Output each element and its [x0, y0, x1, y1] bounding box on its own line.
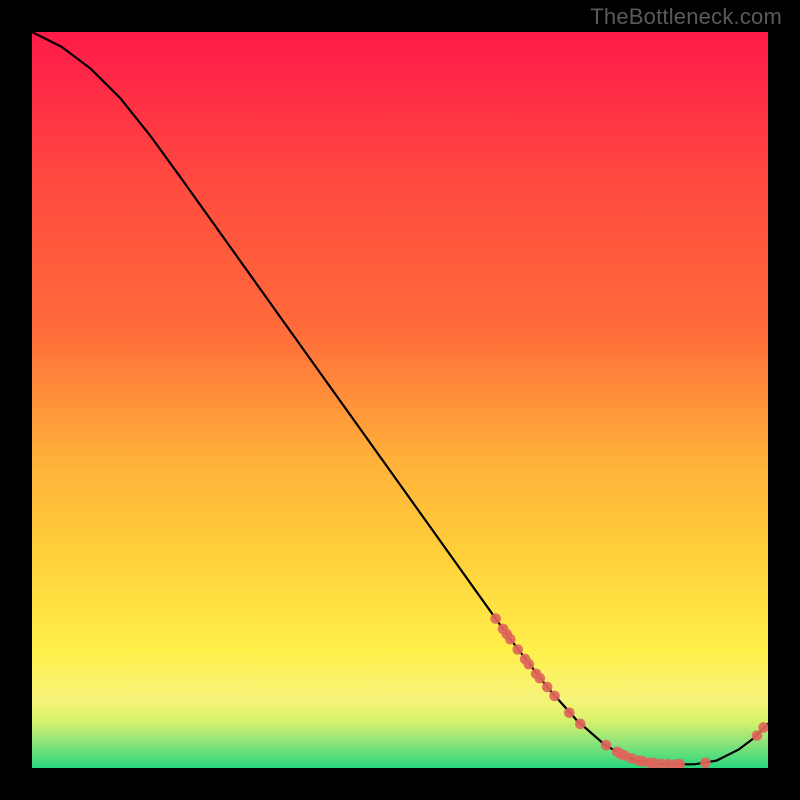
- data-marker: [512, 644, 523, 655]
- data-marker: [505, 634, 516, 645]
- data-marker: [700, 758, 711, 768]
- data-marker: [535, 673, 546, 684]
- watermark-text: TheBottleneck.com: [590, 4, 782, 30]
- data-marker: [549, 691, 560, 702]
- data-marker: [601, 740, 612, 751]
- data-marker: [542, 682, 553, 693]
- chart-svg: [32, 32, 768, 768]
- gradient-bg: [32, 32, 768, 768]
- data-marker: [524, 659, 535, 670]
- data-marker: [564, 708, 575, 719]
- data-marker: [575, 719, 586, 730]
- plot-area: [32, 32, 768, 768]
- data-marker: [490, 613, 501, 624]
- chart-stage: TheBottleneck.com: [0, 0, 800, 800]
